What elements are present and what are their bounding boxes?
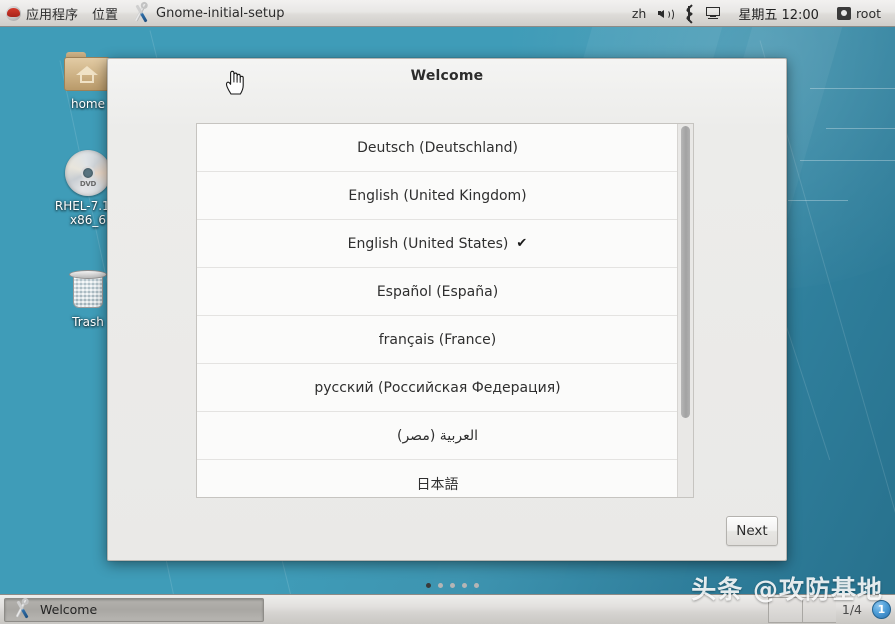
language-list-item[interactable]: العربية (مصر) bbox=[197, 412, 678, 460]
user-menu[interactable]: root bbox=[831, 0, 887, 26]
bluetooth-button[interactable] bbox=[678, 0, 700, 26]
trash-icon bbox=[68, 268, 108, 312]
wallpaper-line bbox=[800, 160, 895, 161]
language-list-item[interactable]: Deutsch (Deutschland) bbox=[197, 124, 678, 172]
volume-button[interactable] bbox=[652, 0, 678, 26]
speaker-icon bbox=[658, 7, 672, 20]
redhat-logo-icon bbox=[6, 6, 21, 21]
pagination-dot bbox=[462, 583, 467, 588]
language-list-item[interactable]: français (France) bbox=[197, 316, 678, 364]
language-name: English (United States) bbox=[348, 236, 509, 252]
language-name: English (United Kingdom) bbox=[348, 188, 526, 204]
display-button[interactable] bbox=[700, 0, 726, 26]
clock-button[interactable]: 星期五 12:00 bbox=[726, 0, 831, 26]
language-name: Deutsch (Deutschland) bbox=[357, 140, 518, 156]
clock-label: 星期五 12:00 bbox=[732, 4, 825, 23]
workspace-badge-label: 1 bbox=[878, 603, 886, 616]
wallpaper-line bbox=[826, 128, 895, 129]
window-title-label: Gnome-initial-setup bbox=[156, 6, 284, 21]
language-name: Español (España) bbox=[377, 284, 498, 300]
workspace-switcher[interactable]: 1/4 1 bbox=[768, 595, 895, 624]
dialog-title: Welcome bbox=[108, 59, 786, 84]
screen: 应用程序 位置 Gnome-initial-setup zh bbox=[0, 0, 895, 624]
workspace-badge[interactable]: 1 bbox=[872, 600, 891, 619]
taskbar-item-welcome-label: Welcome bbox=[40, 602, 97, 617]
window-list-item-gnome-initial-setup[interactable]: Gnome-initial-setup bbox=[125, 0, 291, 26]
workspace-label: 1/4 bbox=[836, 602, 868, 617]
applications-menu-label: 应用程序 bbox=[26, 4, 78, 23]
tools-icon bbox=[132, 4, 151, 23]
pagination-dot bbox=[474, 583, 479, 588]
pagination-dot bbox=[450, 583, 455, 588]
language-name: русский (Российская Федерация) bbox=[314, 380, 560, 396]
language-list-item[interactable]: English (United Kingdom) bbox=[197, 172, 678, 220]
user-label: root bbox=[856, 6, 881, 21]
wallpaper-line bbox=[810, 88, 895, 89]
dvd-disc-icon: DVD bbox=[65, 150, 111, 196]
top-panel: 应用程序 位置 Gnome-initial-setup zh bbox=[0, 0, 895, 27]
scrollbar-thumb[interactable] bbox=[681, 126, 690, 418]
tools-icon bbox=[13, 600, 32, 619]
bluetooth-icon bbox=[684, 6, 694, 21]
language-name: العربية (مصر) bbox=[397, 428, 478, 444]
next-button-label: Next bbox=[736, 523, 767, 539]
places-menu-label: 位置 bbox=[92, 4, 118, 23]
welcome-dialog: Welcome Deutsch (Deutschland) English (Un… bbox=[107, 58, 787, 561]
top-panel-left: 应用程序 位置 Gnome-initial-setup bbox=[0, 0, 291, 26]
taskbar-item-welcome[interactable]: Welcome bbox=[4, 598, 264, 622]
workspace-box[interactable] bbox=[768, 597, 802, 623]
language-list-frame: Deutsch (Deutschland) English (United Kin… bbox=[196, 123, 694, 498]
language-list-item[interactable]: Español (España) bbox=[197, 268, 678, 316]
language-list[interactable]: Deutsch (Deutschland) English (United Kin… bbox=[197, 124, 678, 497]
user-icon bbox=[837, 7, 851, 20]
pagination-dot bbox=[426, 583, 431, 588]
language-list-item[interactable]: English (United States) ✔ bbox=[197, 220, 678, 268]
selected-check-icon: ✔ bbox=[516, 236, 527, 251]
language-list-scrollbar[interactable] bbox=[677, 124, 693, 497]
home-folder-icon bbox=[64, 52, 112, 94]
pagination-dots bbox=[426, 583, 479, 588]
wallpaper-line bbox=[788, 200, 848, 201]
pagination-dot bbox=[438, 583, 443, 588]
top-panel-tray: zh 星期五 12:00 bbox=[626, 0, 895, 26]
workspace-box[interactable] bbox=[802, 597, 836, 623]
applications-menu[interactable]: 应用程序 bbox=[0, 0, 85, 26]
next-button[interactable]: Next bbox=[726, 516, 778, 546]
language-list-item[interactable]: русский (Российская Федерация) bbox=[197, 364, 678, 412]
bottom-panel: Welcome 1/4 1 bbox=[0, 594, 895, 624]
input-method-label: zh bbox=[632, 6, 646, 21]
language-list-item[interactable]: 日本語 bbox=[197, 460, 678, 497]
places-menu[interactable]: 位置 bbox=[85, 0, 125, 26]
display-icon bbox=[706, 7, 720, 20]
input-method-indicator[interactable]: zh bbox=[626, 0, 652, 26]
language-name: 日本語 bbox=[417, 474, 459, 494]
language-name: français (France) bbox=[379, 332, 497, 348]
dvd-disc-text: DVD bbox=[65, 180, 111, 188]
